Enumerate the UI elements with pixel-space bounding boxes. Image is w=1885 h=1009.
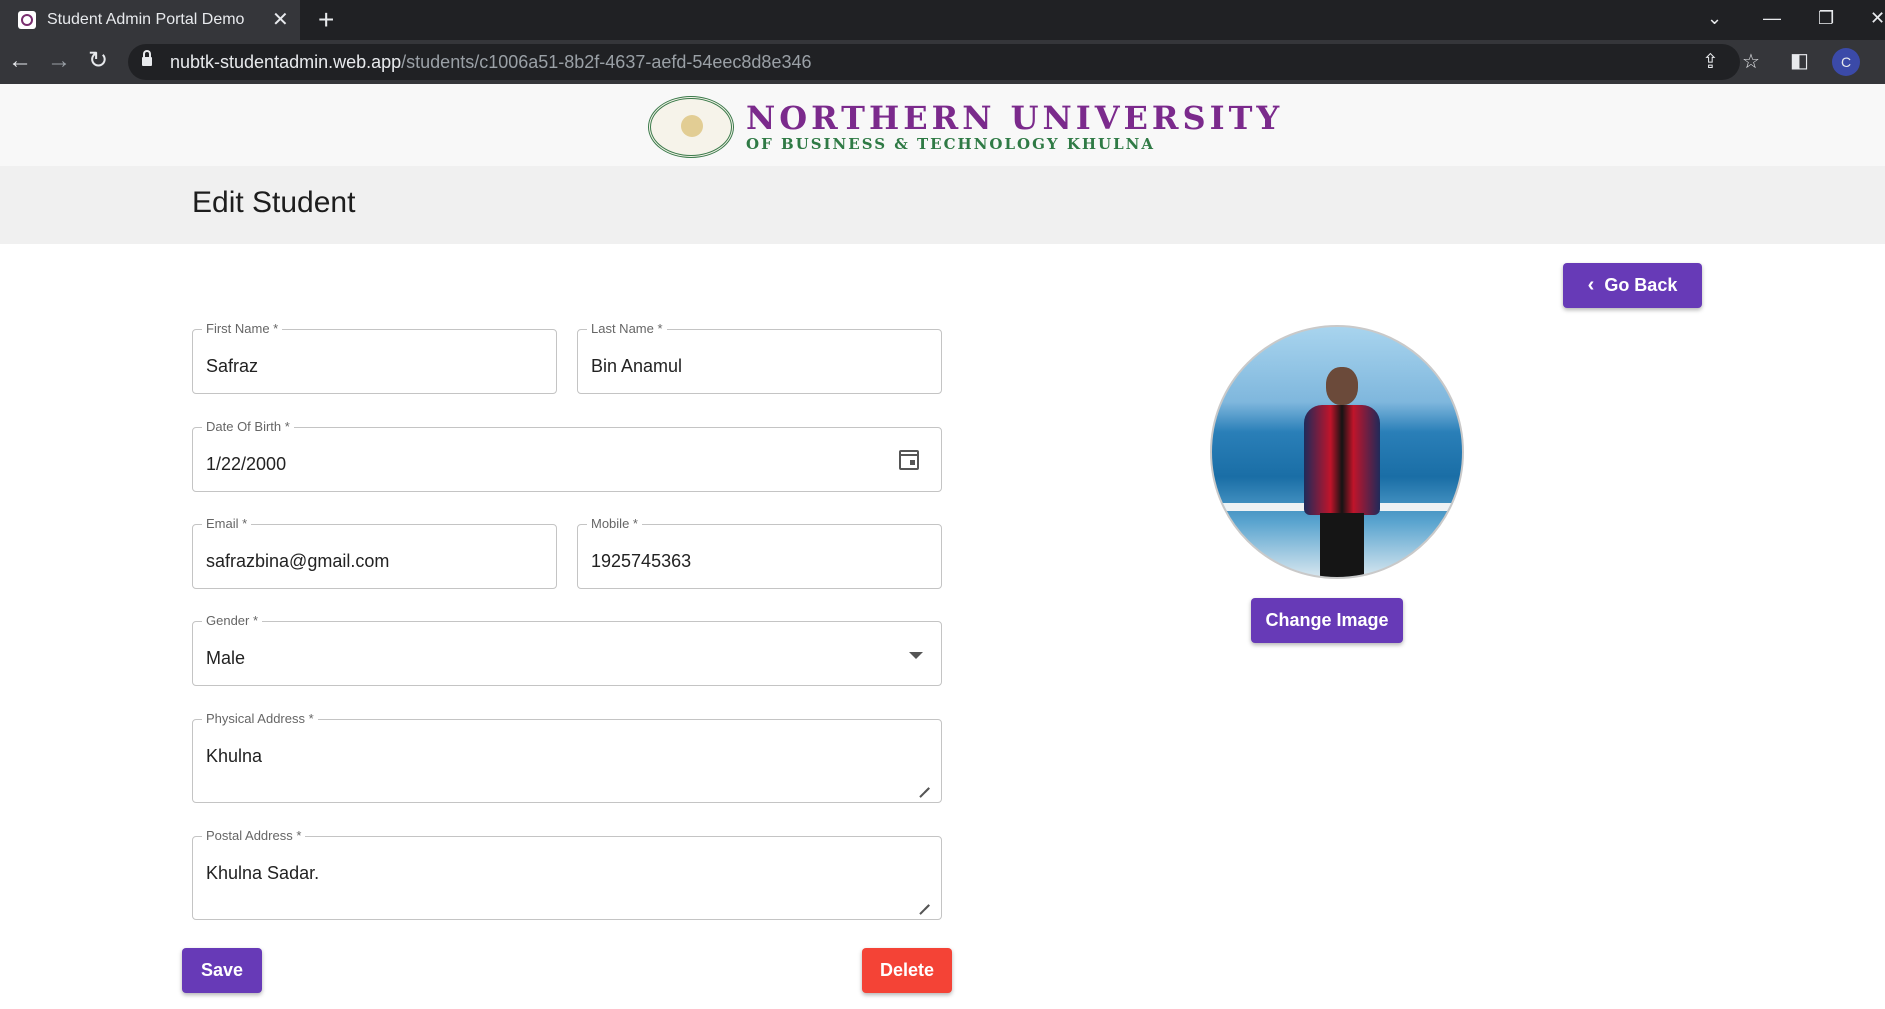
back-icon[interactable]: ← xyxy=(8,46,32,76)
dropdown-arrow-icon xyxy=(909,652,923,659)
physical-address-value: Khulna xyxy=(206,746,263,766)
lock-icon xyxy=(142,50,152,66)
resize-handle-icon[interactable] xyxy=(919,895,929,905)
first-name-label: First Name * xyxy=(202,321,283,336)
postal-address-field[interactable]: Postal Address * Khulna Sadar. xyxy=(192,828,942,920)
minimize-icon[interactable]: — xyxy=(1763,4,1781,32)
url-path: /students/c1006a51-8b2f-4637-aefd-54eec8… xyxy=(401,52,812,72)
gender-label: Gender * xyxy=(202,613,263,628)
gender-select[interactable]: Gender * Male xyxy=(192,613,942,686)
physical-address-field[interactable]: Physical Address * Khulna xyxy=(192,711,942,803)
save-button[interactable]: Save xyxy=(182,948,262,993)
email-field[interactable]: Email * safrazbina@gmail.com xyxy=(192,516,557,589)
browser-tab[interactable]: Student Admin Portal Demo ✕ xyxy=(0,0,300,40)
postal-address-label: Postal Address * xyxy=(202,828,306,843)
page-title: Edit Student xyxy=(192,186,356,219)
resize-handle-icon[interactable] xyxy=(919,778,929,788)
chevron-left-icon: ‹ xyxy=(1587,274,1595,296)
mobile-field[interactable]: Mobile * 1925745363 xyxy=(577,516,942,589)
forward-icon[interactable]: → xyxy=(47,46,71,76)
last-name-value: Bin Anamul xyxy=(591,356,683,376)
favicon-icon xyxy=(18,11,36,29)
change-image-button[interactable]: Change Image xyxy=(1251,598,1403,643)
delete-button[interactable]: Delete xyxy=(862,948,952,993)
side-panel-icon[interactable]: ◧ xyxy=(1790,46,1809,76)
profile-avatar[interactable]: C xyxy=(1832,48,1860,76)
url-text: nubtk-studentadmin.web.app/students/c100… xyxy=(170,52,811,73)
email-label: Email * xyxy=(202,516,252,531)
email-value: safrazbina@gmail.com xyxy=(206,551,390,571)
physical-address-label: Physical Address * xyxy=(202,711,318,726)
date-of-birth-value: 1/22/2000 xyxy=(206,454,287,474)
first-name-field[interactable]: First Name * Safraz xyxy=(192,321,557,394)
university-logo: NORTHERN UNIVERSITY OF BUSINESS & TECHNO… xyxy=(648,96,1283,158)
restore-icon[interactable]: ❐ xyxy=(1818,4,1834,32)
gender-value: Male xyxy=(206,648,246,668)
last-name-field[interactable]: Last Name * Bin Anamul xyxy=(577,321,942,394)
last-name-label: Last Name * xyxy=(587,321,667,336)
postal-address-value: Khulna Sadar. xyxy=(206,863,320,883)
browser-tab-bar: Student Admin Portal Demo ✕ + ⌄ — ❐ ✕ xyxy=(0,0,1885,40)
go-back-button[interactable]: ‹ Go Back xyxy=(1563,263,1702,308)
university-name: NORTHERN UNIVERSITY xyxy=(746,99,1284,137)
url-host: nubtk-studentadmin.web.app xyxy=(170,52,402,72)
university-seal-icon xyxy=(648,96,734,158)
tab-search-icon[interactable]: ⌄ xyxy=(1707,4,1722,32)
calendar-icon[interactable] xyxy=(899,450,919,470)
tab-title: Student Admin Portal Demo xyxy=(47,11,245,28)
date-of-birth-field[interactable]: Date Of Birth * 1/22/2000 xyxy=(192,419,942,492)
student-profile-image xyxy=(1210,325,1464,579)
date-of-birth-label: Date Of Birth * xyxy=(202,419,294,434)
close-window-icon[interactable]: ✕ xyxy=(1870,4,1885,32)
university-subtitle: OF BUSINESS & TECHNOLOGY KHULNA xyxy=(746,135,1156,153)
mobile-label: Mobile * xyxy=(587,516,642,531)
address-bar[interactable]: nubtk-studentadmin.web.app/students/c100… xyxy=(128,44,1760,80)
new-tab-icon[interactable]: + xyxy=(318,4,334,36)
page-title-bar: Edit Student xyxy=(0,166,1885,244)
share-icon[interactable]: ⇪ xyxy=(1702,48,1719,76)
site-header: NORTHERN UNIVERSITY OF BUSINESS & TECHNO… xyxy=(0,84,1885,166)
browser-toolbar: ← → ↻ nubtk-studentadmin.web.app/student… xyxy=(0,40,1885,84)
first-name-value: Safraz xyxy=(206,356,259,376)
bookmark-star-icon[interactable]: ☆ xyxy=(1742,48,1760,76)
mobile-value: 1925745363 xyxy=(591,551,692,571)
go-back-label: Go Back xyxy=(1604,275,1678,295)
reload-icon[interactable]: ↻ xyxy=(88,46,108,76)
close-tab-icon[interactable]: ✕ xyxy=(272,8,289,32)
